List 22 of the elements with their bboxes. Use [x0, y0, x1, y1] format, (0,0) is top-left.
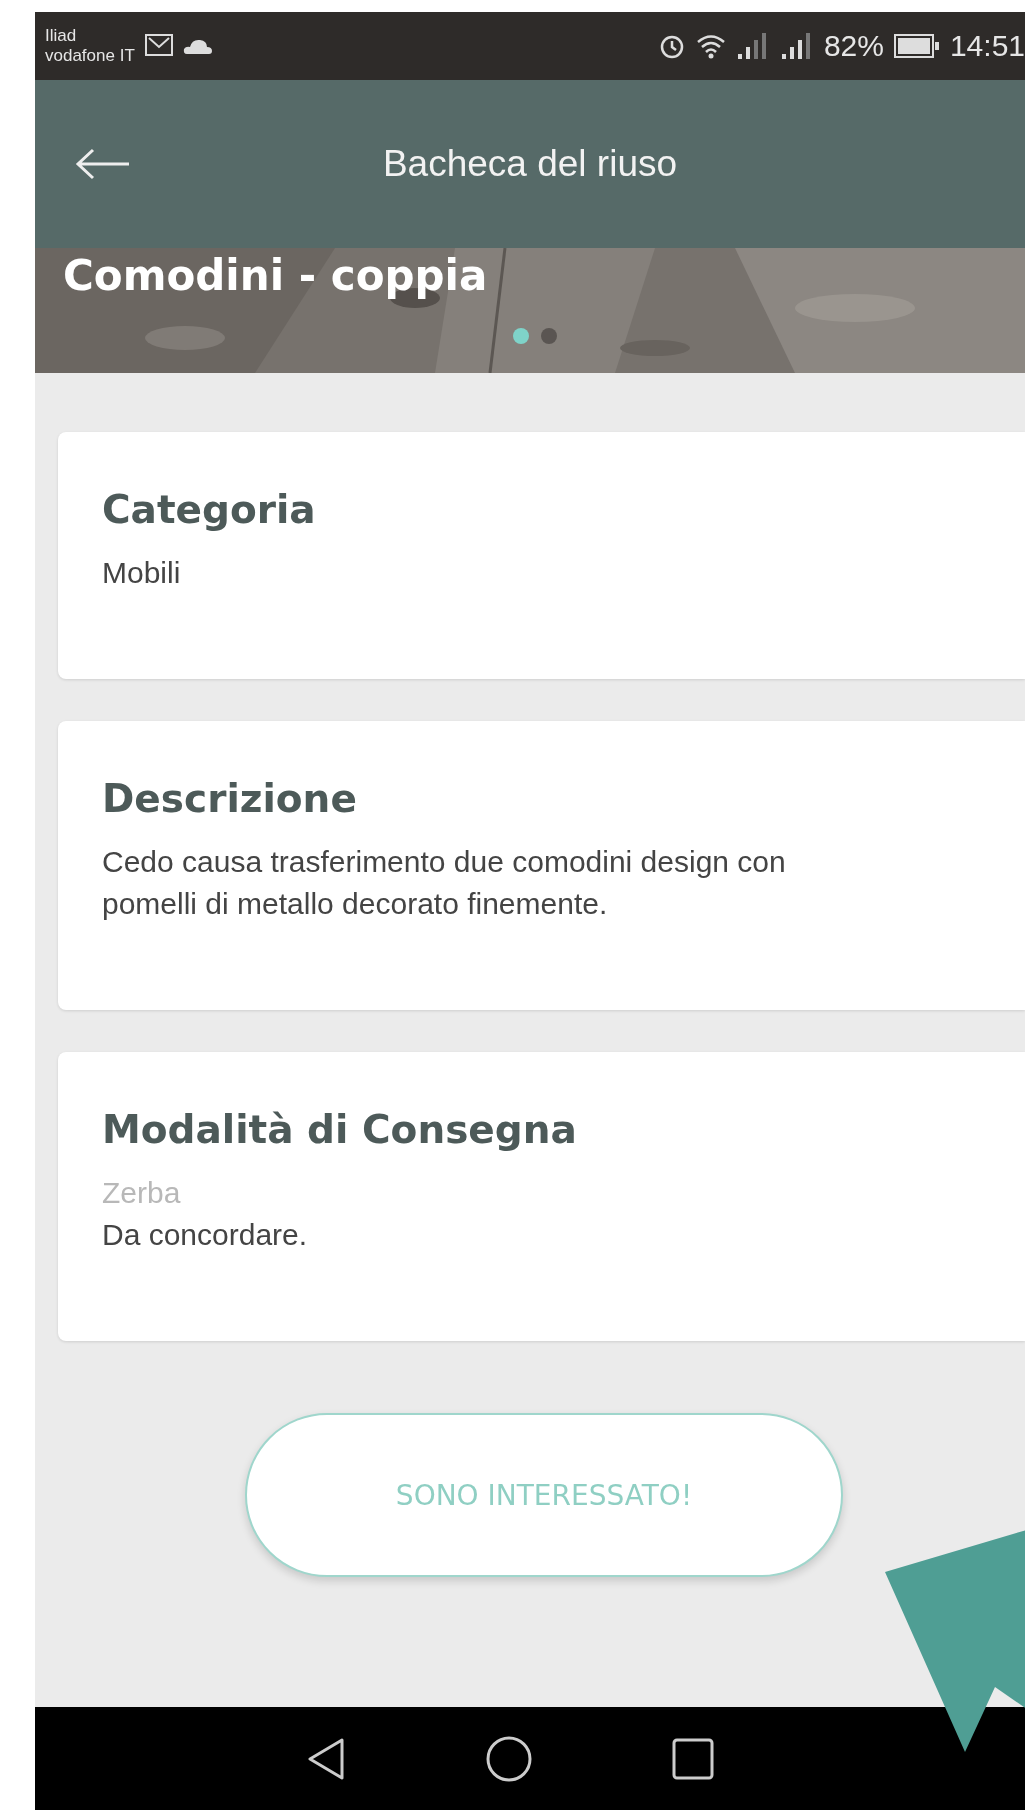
clock-time: 14:51: [949, 29, 1025, 63]
card-text: Da concordare.: [102, 1217, 309, 1253]
battery-icon: [893, 34, 940, 58]
card-text: Cedo causa trasferimento due comodini design con pomelli di metallo decorato finemente.: [102, 844, 787, 922]
back-icon[interactable]: [306, 1736, 346, 1781]
wifi-icon: [695, 33, 726, 59]
item-title: Comodini - coppia: [63, 250, 488, 302]
card-hint: Zerba: [102, 1175, 182, 1211]
card-text: Mobili: [102, 555, 182, 591]
home-icon[interactable]: [486, 1735, 532, 1782]
carrier-name: vodafone IT: [45, 46, 135, 66]
screen-title: Bacheca del riuso: [382, 143, 678, 185]
cloud-icon: [182, 37, 213, 55]
carrier-name: Iliad: [45, 26, 78, 46]
card-title: Categoria: [102, 487, 317, 532]
back-arrow-icon: [75, 148, 131, 180]
recents-icon[interactable]: [672, 1737, 714, 1780]
card-title: Modalità di Consegna: [102, 1107, 578, 1152]
mail-icon: [144, 34, 173, 58]
interested-button[interactable]: SONO INTERESSATO!: [245, 1413, 843, 1577]
battery-percent: 82%: [823, 29, 884, 63]
card-title: Descrizione: [102, 776, 358, 821]
